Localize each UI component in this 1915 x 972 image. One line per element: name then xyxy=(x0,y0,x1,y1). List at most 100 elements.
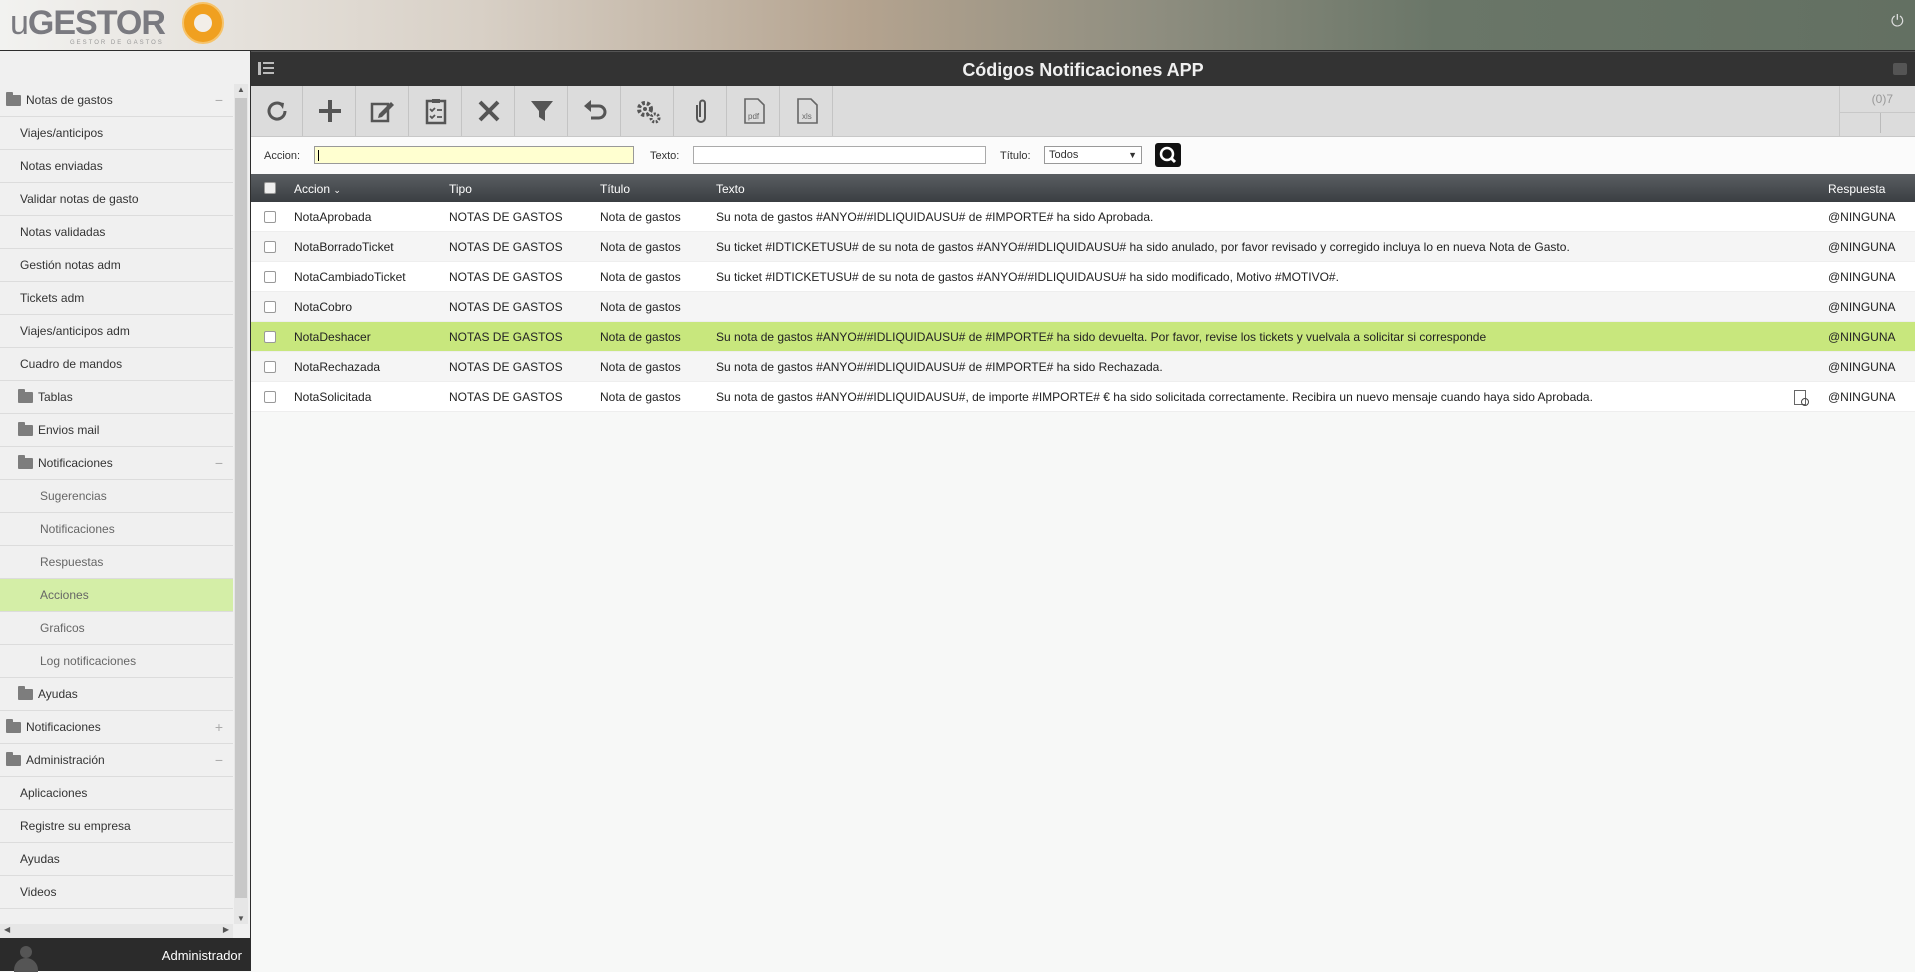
table-row[interactable]: NotaBorradoTicket NOTAS DE GASTOS Nota d… xyxy=(251,232,1915,262)
clipboard-check-icon xyxy=(425,99,447,125)
sidebar-item-label: Viajes/anticipos adm xyxy=(20,324,130,338)
collapse-icon[interactable]: − xyxy=(215,744,223,777)
sidebar-item-viajes-anticipos-adm[interactable]: Viajes/anticipos adm xyxy=(0,315,233,348)
sidebar-item-envios-mail[interactable]: Envios mail xyxy=(0,414,233,447)
row-checkbox[interactable] xyxy=(264,361,276,373)
header-titulo[interactable]: Título xyxy=(600,182,630,196)
delete-button[interactable] xyxy=(463,86,515,136)
window-icon[interactable] xyxy=(1893,63,1907,75)
settings-button[interactable] xyxy=(622,86,674,136)
cell-titulo: Nota de gastos xyxy=(600,390,681,404)
sidebar-item-registre-empresa[interactable]: Registre su empresa xyxy=(0,810,233,843)
row-checkbox[interactable] xyxy=(264,271,276,283)
sidebar-item-viajes-anticipos[interactable]: Viajes/anticipos xyxy=(0,117,233,150)
scroll-down-icon[interactable]: ▼ xyxy=(237,914,245,923)
header-texto[interactable]: Texto xyxy=(716,182,745,196)
search-button[interactable] xyxy=(1155,143,1181,167)
select-all-checkbox[interactable] xyxy=(264,182,276,194)
cell-tipo: NOTAS DE GASTOS xyxy=(449,330,563,344)
scrollbar-thumb[interactable] xyxy=(235,98,247,898)
sort-desc-icon: ⌄ xyxy=(333,185,341,195)
undo-icon xyxy=(584,100,607,120)
header-respuesta[interactable]: Respuesta xyxy=(1828,182,1885,196)
sidebar-item-respuestas[interactable]: Respuestas xyxy=(0,546,233,579)
sidebar-item-sugerencias[interactable]: Sugerencias xyxy=(0,480,233,513)
folder-icon xyxy=(18,455,33,469)
avatar[interactable] xyxy=(12,946,40,972)
table-row-selected[interactable]: NotaDeshacer NOTAS DE GASTOS Nota de gas… xyxy=(251,322,1915,352)
scroll-up-icon[interactable]: ▲ xyxy=(237,85,245,94)
sidebar-item-administracion[interactable]: Administración − xyxy=(0,744,233,777)
toolbar: pdf xls (0)7 xyxy=(251,86,1915,137)
filter-button[interactable] xyxy=(516,86,568,136)
row-checkbox[interactable] xyxy=(264,241,276,253)
cell-titulo: Nota de gastos xyxy=(600,300,681,314)
app-logo[interactable]: uGESTOR xyxy=(10,4,166,43)
sidebar-item-ayudas[interactable]: Ayudas xyxy=(0,843,233,876)
sidebar-item-cuadro-de-mandos[interactable]: Cuadro de mandos xyxy=(0,348,233,381)
edit-button[interactable] xyxy=(357,86,409,136)
row-checkbox[interactable] xyxy=(264,391,276,403)
cell-respuesta: @NINGUNA xyxy=(1828,300,1896,314)
sidebar-item-notificaciones[interactable]: Notificaciones xyxy=(0,513,233,546)
sidebar-horizontal-scrollbar[interactable]: ◀ ▶ xyxy=(0,924,233,938)
sidebar-item-label: Notas de gastos xyxy=(26,93,113,107)
collapse-icon[interactable]: − xyxy=(215,447,223,480)
svg-text:pdf: pdf xyxy=(748,112,760,121)
undo-button[interactable] xyxy=(569,86,621,136)
main-panel: Códigos Notificaciones APP pdf xls (0)7 … xyxy=(251,51,1915,971)
table-row[interactable]: NotaSolicitada NOTAS DE GASTOS Nota de g… xyxy=(251,382,1915,412)
search-icon xyxy=(1159,146,1177,164)
sidebar-item-notificaciones-group[interactable]: Notificaciones − xyxy=(0,447,233,480)
sidebar-item-aplicaciones[interactable]: Aplicaciones xyxy=(0,777,233,810)
header-tipo[interactable]: Tipo xyxy=(449,182,472,196)
attachment-button[interactable] xyxy=(675,86,727,136)
document-preview-icon[interactable] xyxy=(1794,390,1809,406)
cell-respuesta: @NINGUNA xyxy=(1828,330,1896,344)
add-button[interactable] xyxy=(304,86,356,136)
sidebar-item-label: Envios mail xyxy=(38,423,100,437)
sidebar-item-tablas[interactable]: Tablas xyxy=(0,381,233,414)
sidebar: Notas de gastos − Viajes/anticipos Notas … xyxy=(0,51,251,972)
sidebar-item-acciones[interactable]: Acciones xyxy=(0,579,233,612)
titulo-select-value: Todos xyxy=(1049,149,1079,161)
row-checkbox[interactable] xyxy=(264,211,276,223)
header-accion[interactable]: Accion ⌄ xyxy=(294,182,341,196)
pdf-export-button[interactable]: pdf xyxy=(728,86,780,136)
sidebar-item-log-notificaciones[interactable]: Log notificaciones xyxy=(0,645,233,678)
folder-icon xyxy=(6,92,21,106)
expand-icon[interactable]: + xyxy=(215,711,223,744)
table-row[interactable]: NotaRechazada NOTAS DE GASTOS Nota de ga… xyxy=(251,352,1915,382)
row-checkbox[interactable] xyxy=(264,301,276,313)
sidebar-item-ayudas-group[interactable]: Ayudas xyxy=(0,678,233,711)
table-row[interactable]: NotaCobro NOTAS DE GASTOS Nota de gastos… xyxy=(251,292,1915,322)
user-name[interactable]: Administrador xyxy=(162,948,242,963)
power-icon[interactable]: ⏻ xyxy=(1891,14,1907,30)
accion-label: Accion: xyxy=(264,150,301,162)
table-row[interactable]: NotaCambiadoTicket NOTAS DE GASTOS Nota … xyxy=(251,262,1915,292)
scroll-right-icon[interactable]: ▶ xyxy=(223,925,229,934)
sidebar-item-label: Ayudas xyxy=(38,687,78,701)
sidebar-item-notificaciones-root[interactable]: Notificaciones + xyxy=(0,711,233,744)
sidebar-item-notas-validadas[interactable]: Notas validadas xyxy=(0,216,233,249)
sidebar-item-tickets-adm[interactable]: Tickets adm xyxy=(0,282,233,315)
table-row[interactable]: NotaAprobada NOTAS DE GASTOS Nota de gas… xyxy=(251,202,1915,232)
texto-input[interactable] xyxy=(693,146,986,164)
sidebar-vertical-scrollbar[interactable]: ▲ ▼ xyxy=(234,84,248,924)
sidebar-item-label: Gestión notas adm xyxy=(20,258,121,272)
scroll-left-icon[interactable]: ◀ xyxy=(4,925,10,934)
titulo-select[interactable]: Todos ▼ xyxy=(1044,146,1142,164)
accion-input[interactable] xyxy=(314,146,634,164)
sidebar-item-gestion-notas-adm[interactable]: Gestión notas adm xyxy=(0,249,233,282)
xls-export-button[interactable]: xls xyxy=(781,86,833,136)
sidebar-item-validar-notas[interactable]: Validar notas de gasto xyxy=(0,183,233,216)
sidebar-item-notas-enviadas[interactable]: Notas enviadas xyxy=(0,150,233,183)
row-checkbox[interactable] xyxy=(264,331,276,343)
sidebar-item-notas-de-gastos[interactable]: Notas de gastos − xyxy=(0,84,233,117)
collapse-icon[interactable]: − xyxy=(215,84,223,117)
refresh-button[interactable] xyxy=(251,86,303,136)
cell-titulo: Nota de gastos xyxy=(600,270,681,284)
sidebar-item-graficos[interactable]: Graficos xyxy=(0,612,233,645)
checklist-button[interactable] xyxy=(410,86,462,136)
sidebar-item-videos[interactable]: Videos xyxy=(0,876,233,909)
